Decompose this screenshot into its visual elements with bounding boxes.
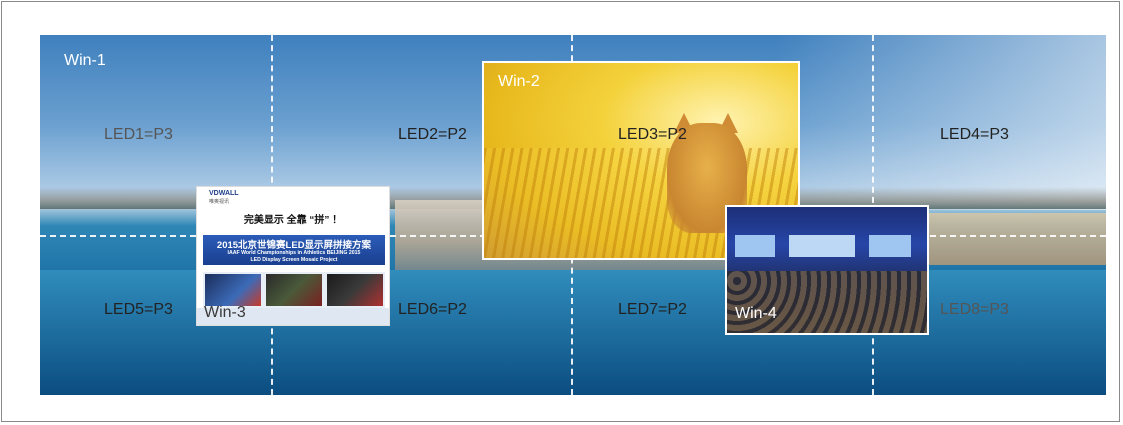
led3-label: LED3=P2 [618, 126, 687, 143]
win3-label: Win-3 [204, 304, 246, 321]
stage-screen-left [735, 235, 775, 257]
banner-title-cn: 2015北京世锦赛LED显示屏拼接方案 [216, 240, 372, 251]
stage-screen-right [869, 235, 911, 257]
banner-title-en: IAAF World Championships in Athletics BE… [227, 250, 361, 256]
audience [727, 271, 927, 333]
win2-label: Win-2 [498, 73, 540, 90]
win1-label: Win-1 [64, 52, 106, 69]
led8-label: LED8=P3 [940, 301, 1009, 318]
led2-label: LED2=P2 [398, 126, 467, 143]
led4-label: LED4=P3 [940, 126, 1009, 143]
promo-photo-2 [266, 274, 322, 306]
promo-slogan: 完美显示 全靠 “拼” ！ [243, 215, 343, 226]
promo-banner: 2015北京世锦赛LED显示屏拼接方案 IAAF World Champions… [203, 235, 385, 265]
led-wall: Win-1 LED1=P3 LED2=P2 LED4=P3 LED5=P3 LE… [40, 35, 1106, 395]
led7-label: LED7=P2 [618, 301, 687, 318]
promo-photo-strip [203, 272, 385, 308]
banner-subtitle-en: LED Display Screen Mosaic Project [250, 257, 338, 263]
promo-photo-1 [205, 274, 261, 306]
led1-label: LED1=P3 [104, 126, 173, 143]
promo-photo-3 [327, 274, 383, 306]
win4-label: Win-4 [735, 305, 777, 322]
vdwall-logo-sub: 唯奥视讯 [209, 199, 230, 205]
fortress [910, 213, 1106, 265]
led6-label: LED6=P2 [398, 301, 467, 318]
vdwall-logo: VDWALL [209, 190, 239, 197]
stage-screen-center [789, 235, 855, 257]
win3-window[interactable]: VDWALL 唯奥视讯 完美显示 全靠 “拼” ！ 2015北京世锦赛LED显示… [196, 186, 390, 326]
led5-label: LED5=P3 [104, 301, 173, 318]
sky-fade [776, 35, 1106, 210]
win4-window[interactable]: Win-4 [725, 205, 929, 335]
